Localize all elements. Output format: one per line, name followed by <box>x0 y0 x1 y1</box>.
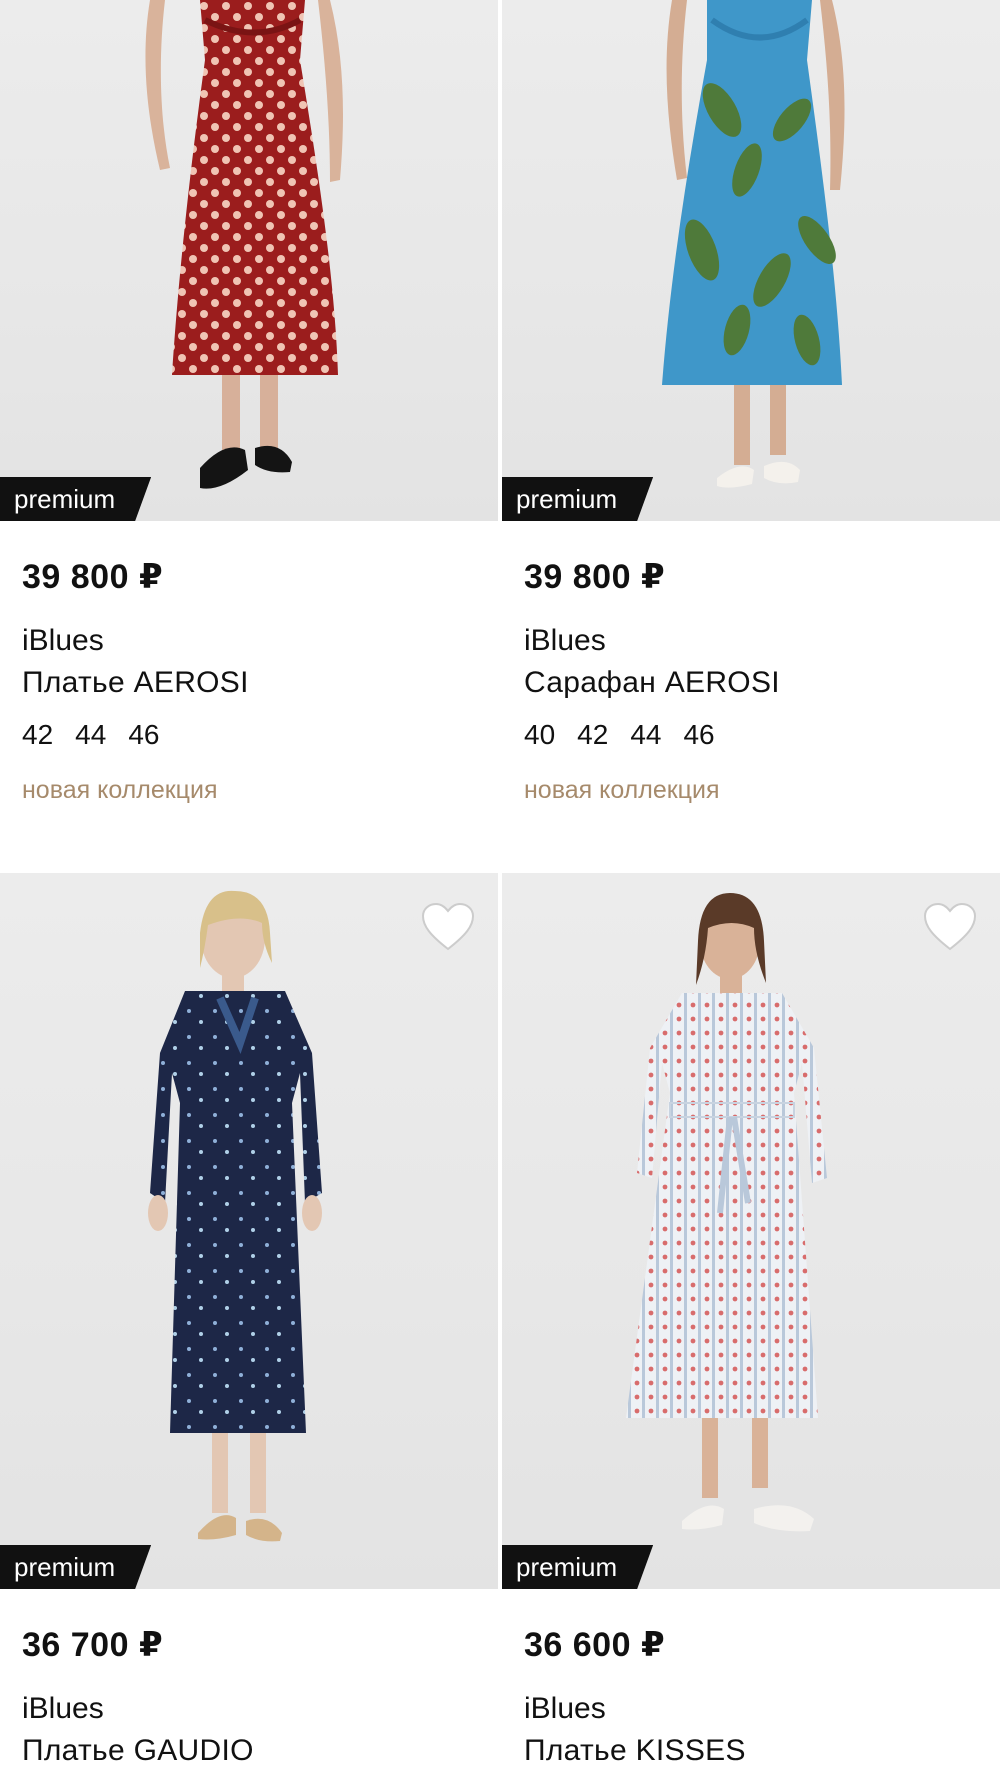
premium-badge: premium <box>502 477 653 521</box>
dress-red-polka-image <box>145 0 343 489</box>
size-option[interactable]: 46 <box>683 717 714 753</box>
product-card[interactable]: premium 39 800 ₽ iBlues Сарафан AEROSI 4… <box>502 0 1000 807</box>
premium-badge: premium <box>0 1545 151 1589</box>
size-list: 42 44 46 <box>22 717 476 753</box>
product-card[interactable]: premium 36 600 ₽ iBlues Платье KISSES <box>502 873 1000 1771</box>
product-title[interactable]: Сарафан AEROSI <box>524 663 978 703</box>
size-option[interactable]: 44 <box>630 717 661 753</box>
heart-outline-icon[interactable] <box>922 901 978 953</box>
size-option[interactable]: 42 <box>22 717 53 753</box>
premium-badge: premium <box>0 477 151 521</box>
new-collection-label: новая коллекция <box>524 776 720 804</box>
product-brand[interactable]: iBlues <box>524 1689 978 1729</box>
dress-navy-image <box>148 890 322 1542</box>
product-price: 39 800 ₽ <box>524 558 666 596</box>
product-card[interactable]: premium 36 700 ₽ iBlues Платье GAUDIO <box>0 873 498 1771</box>
size-option[interactable]: 46 <box>128 717 159 753</box>
product-brand[interactable]: iBlues <box>22 1689 476 1729</box>
product-price: 36 700 ₽ <box>22 1626 164 1664</box>
new-collection-label: новая коллекция <box>22 776 218 804</box>
size-option[interactable]: 44 <box>75 717 106 753</box>
dress-striped-floral-image <box>626 893 827 1532</box>
product-photo[interactable]: premium <box>0 0 498 521</box>
size-option[interactable]: 42 <box>577 717 608 753</box>
product-photo[interactable]: premium <box>502 873 1000 1589</box>
heart-outline-icon[interactable] <box>420 901 476 953</box>
product-brand[interactable]: iBlues <box>22 621 476 661</box>
size-option[interactable]: 40 <box>524 717 555 753</box>
product-photo[interactable]: premium <box>0 873 498 1589</box>
product-grid: premium 39 800 ₽ iBlues Платье AEROSI 42… <box>0 0 1000 1777</box>
product-title[interactable]: Платье AEROSI <box>22 663 476 703</box>
premium-badge: premium <box>502 1545 653 1589</box>
product-title[interactable]: Платье GAUDIO <box>22 1731 476 1771</box>
product-price: 39 800 ₽ <box>22 558 164 596</box>
product-photo[interactable]: premium <box>502 0 1000 521</box>
product-price: 36 600 ₽ <box>524 1626 666 1664</box>
product-card[interactable]: premium 39 800 ₽ iBlues Платье AEROSI 42… <box>0 0 498 807</box>
product-title[interactable]: Платье KISSES <box>524 1731 978 1771</box>
product-brand[interactable]: iBlues <box>524 621 978 661</box>
dress-blue-floral-image <box>662 0 845 488</box>
size-list: 40 42 44 46 <box>524 717 978 753</box>
